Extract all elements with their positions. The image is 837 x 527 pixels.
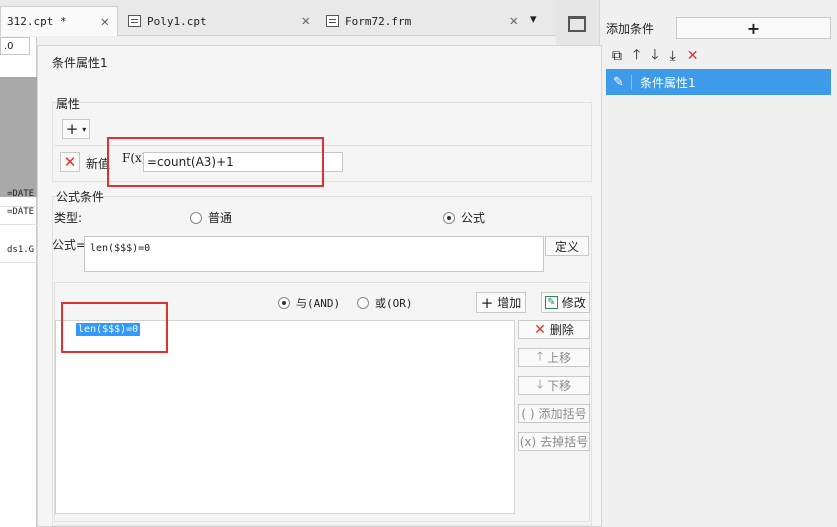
radio-selected-icon — [443, 211, 455, 224]
button-label: 修改 — [561, 296, 586, 310]
condition-list-item[interactable]: ✎ 条件属性1 — [606, 69, 831, 95]
close-icon[interactable]: ✕ — [101, 14, 109, 30]
tab-poly1-cpt[interactable]: Poly1.cpt ✕ — [122, 6, 318, 36]
add-condition-button[interactable]: + — [676, 17, 831, 39]
add-bracket-button[interactable]: ( ) 添加括号 — [518, 404, 590, 423]
arrow-up-icon[interactable]: 🡑 — [633, 44, 640, 68]
add-button[interactable]: + 增加 — [476, 292, 526, 313]
radio-selected-icon — [278, 297, 290, 309]
radio-label: 与(AND) — [296, 297, 341, 310]
remove-brackets-icon: (x) — [519, 434, 537, 449]
arrow-up-icon: 🡑 — [536, 349, 544, 363]
formula-input[interactable]: len($$$)=0 — [84, 236, 544, 272]
remove-property-button[interactable]: ✕ — [60, 152, 80, 172]
report-file-icon — [128, 15, 141, 27]
editor-tab-bar: 312.cpt * ✕ Poly1.cpt ✕ Form72.frm ✕ ▾ — [0, 0, 556, 36]
close-icon[interactable]: ✕ — [302, 13, 310, 29]
condition-item-label: 条件属性1 — [640, 75, 696, 90]
radio-label: 公式 — [461, 211, 486, 225]
grid-layout-icon[interactable] — [568, 16, 586, 32]
edit-icon: ✎ — [545, 296, 558, 309]
arrow-down-icon: 🡓 — [536, 377, 544, 391]
copy-icon[interactable]: ⧉ — [612, 48, 622, 64]
button-label: 增加 — [497, 296, 522, 310]
form-file-icon — [326, 15, 339, 27]
button-label: 下移 — [547, 379, 572, 393]
move-bottom-icon[interactable]: ⤓ — [670, 48, 676, 64]
spreadsheet-area: .0 =DATE =DATE ds1.G — [0, 37, 37, 527]
button-label: 上移 — [547, 351, 572, 365]
move-down-button[interactable]: 🡓 下移 — [518, 376, 590, 395]
tab-312-cpt[interactable]: 312.cpt * ✕ — [0, 6, 118, 36]
property-group-label: 属性 — [56, 97, 81, 111]
type-radio-formula[interactable]: 公式 — [443, 209, 485, 226]
plus-icon: + — [65, 120, 79, 138]
font-size-dropdown[interactable]: .0 — [0, 37, 30, 55]
delete-button[interactable]: ✕ 删除 — [518, 320, 590, 339]
add-condition-label: 添加条件 — [606, 22, 655, 36]
dialog-title: 条件属性1 — [52, 56, 108, 70]
tab-label: Poly1.cpt — [147, 14, 207, 28]
type-radio-normal[interactable]: 普通 — [190, 209, 232, 226]
logic-radio-or[interactable]: 或(OR) — [357, 295, 413, 311]
modify-button[interactable]: ✎ 修改 — [541, 292, 590, 313]
type-label: 类型: — [54, 211, 83, 225]
tab-label: Form72.frm — [345, 14, 412, 28]
button-label: 去掉括号 — [540, 435, 589, 449]
font-size-value: .0 — [4, 40, 14, 52]
delete-icon: ✕ — [63, 153, 77, 171]
logic-radio-and[interactable]: 与(AND) — [278, 295, 340, 311]
tab-label: 312.cpt * — [7, 15, 67, 28]
chevron-down-icon: ▾ — [82, 124, 87, 134]
plus-icon: + — [480, 293, 494, 312]
highlight-box — [61, 302, 168, 353]
radio-label: 或(OR) — [375, 297, 413, 310]
button-label: 删除 — [549, 323, 574, 337]
tab-menu-icon[interactable]: ▾ — [530, 12, 537, 27]
close-icon[interactable]: ✕ — [510, 13, 518, 29]
define-button[interactable]: 定义 — [545, 236, 589, 256]
sheet-header-strip — [0, 77, 37, 197]
sheet-cell[interactable]: ds1.G — [0, 245, 37, 263]
arrow-down-icon[interactable]: 🡓 — [651, 44, 658, 68]
add-property-button[interactable]: + ▾ — [62, 119, 90, 139]
formula-condition-label: 公式条件 — [56, 190, 105, 204]
condition-list-panel: 添加条件 + ⧉ 🡑 🡓 ⤓ ✕ ✎ 条件属性1 — [556, 0, 837, 527]
move-up-button[interactable]: 🡑 上移 — [518, 348, 590, 367]
highlight-box — [107, 137, 324, 187]
sheet-cell[interactable]: =DATE — [0, 189, 37, 207]
radio-label: 普通 — [208, 211, 233, 225]
radio-unselected-icon — [190, 211, 202, 224]
brackets-icon: ( ) — [521, 406, 535, 421]
radio-unselected-icon — [357, 297, 369, 309]
remove-bracket-button[interactable]: (x) 去掉括号 — [518, 432, 590, 451]
delete-icon: ✕ — [534, 321, 546, 338]
sheet-cell[interactable]: =DATE — [0, 207, 37, 225]
condition-property-dialog: 条件属性1 属性 + ▾ ✕ 新值 F(x) =count(A3)+1 公式条件 … — [37, 45, 602, 527]
tab-form72-frm[interactable]: Form72.frm ✕ — [320, 6, 526, 36]
condition-toolbar: ⧉ 🡑 🡓 ⤓ ✕ — [606, 46, 831, 66]
formula-label: 公式= — [52, 238, 87, 252]
edit-pencil-icon: ✎ — [606, 74, 632, 90]
button-label: 添加括号 — [538, 407, 587, 421]
delete-icon[interactable]: ✕ — [687, 48, 699, 64]
